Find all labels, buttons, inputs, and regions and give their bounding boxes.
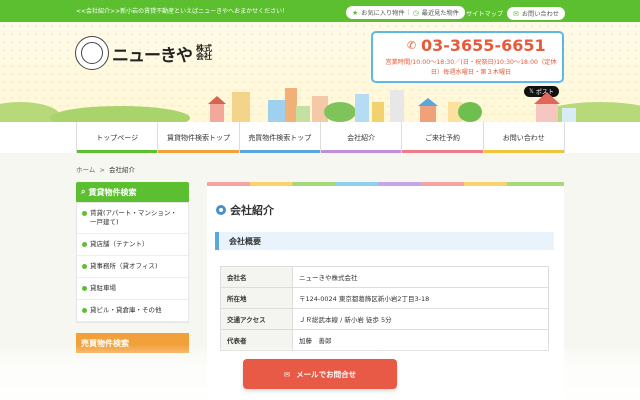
nav-rental-label: 賃貸物件検索トップ	[166, 133, 230, 142]
table-row: 所在地 〒124-0024 東京都葛飾区新小岩2丁目3-18	[220, 287, 549, 309]
breadcrumb: ホーム > 会社紹介	[76, 164, 135, 174]
row-label: 会社名	[220, 266, 293, 288]
nav-company-label: 会社紹介	[347, 133, 376, 142]
nav-rental-search[interactable]: 賃貸物件検索トップ	[157, 122, 239, 153]
mail-icon: ✉	[513, 9, 519, 18]
sidebar-heading: ⌕ 賃貸物件検索	[76, 182, 189, 202]
nav-company[interactable]: 会社紹介	[319, 122, 402, 153]
nav-contact[interactable]: お問い合わせ	[482, 122, 565, 153]
top-message: <<会社紹介>>新小岩の賃貸不動産といえばニューきやへおまかせください！	[76, 8, 289, 15]
divider: |	[407, 9, 410, 16]
phone-icon: ✆	[407, 39, 417, 52]
recent-label[interactable]: 最近見た物件	[422, 8, 459, 17]
nav-reservation-label: ご来社予約	[424, 133, 460, 142]
sidebar-item-shop[interactable]: 貸店舗（テナント）	[77, 234, 188, 256]
sitemap-link[interactable]: サイトマップ	[466, 9, 503, 18]
sidebar-heading-label: 賃貸物件検索	[88, 187, 137, 197]
contact-top-label: お問い合わせ	[521, 11, 559, 18]
logo-name: ニューきや	[112, 45, 193, 66]
breadcrumb-current: 会社紹介	[109, 166, 136, 174]
sidebar-item-office[interactable]: 貸事務所（貸オフィス)	[77, 256, 188, 278]
logo-corp: 株式会社	[196, 44, 212, 61]
company-table: 会社名 ニューきや株式会社 所在地 〒124-0024 東京都葛飾区新小岩2丁目3-…	[220, 266, 549, 351]
row-value: ＪＲ総武本線 / 新小岩 徒歩 5分	[292, 308, 549, 330]
section-heading: 会社概要	[215, 232, 554, 250]
sidebar-item-rental[interactable]: 賃貸(アパート・マンション・一戸建て)	[77, 203, 188, 234]
logo[interactable]: ニューきや 株式会社	[75, 36, 213, 70]
sidebar-item-parking[interactable]: 貸駐車場	[77, 278, 188, 300]
favorites-button[interactable]: ★ お気に入り物件 | ◷ 最近見た物件	[346, 6, 465, 19]
envelope-icon: ✉	[283, 369, 291, 379]
nav-contact-label: お問い合わせ	[502, 133, 545, 142]
mail-contact-button[interactable]: ✉ メールでお問合せ	[243, 359, 397, 389]
search-icon: ⌕	[81, 187, 86, 196]
top-bar: <<会社紹介>>新小岩の賃貸不動産といえばニューきやへおまかせください！ ★ お…	[0, 0, 640, 22]
logo-seal	[75, 36, 109, 70]
favorites-label: お気に入り物件	[361, 10, 405, 17]
clock-icon: ◷	[412, 8, 419, 17]
color-stripe	[207, 182, 564, 186]
table-row: 会社名 ニューきや株式会社	[220, 266, 549, 288]
row-value: 〒124-0024 東京都葛飾区新小岩2丁目3-18	[292, 287, 549, 309]
row-value: ニューきや株式会社	[292, 266, 549, 288]
nav-reservation[interactable]: ご来社予約	[401, 122, 483, 153]
nav-sale-label: 売買物件検索トップ	[248, 133, 312, 142]
business-hours: 営業時間/10:00～18:30／(日・祝祭日)10:30～18:00（定休日）…	[385, 59, 557, 76]
row-label: 所在地	[220, 287, 293, 309]
sidebar-list: 賃貸(アパート・マンション・一戸建て) 貸店舗（テナント） 貸事務所（貸オフィス…	[76, 202, 189, 323]
contact-top-button[interactable]: ✉ お問い合わせ	[507, 7, 565, 20]
page-title: 会社紹介	[216, 202, 274, 218]
nav-top[interactable]: トップページ	[76, 122, 158, 153]
breadcrumb-separator: >	[99, 166, 105, 174]
header: ニューきや 株式会社 ✆ 03-3655-6651 営業時間/10:00～18:…	[0, 22, 640, 122]
nav-top-label: トップページ	[96, 133, 139, 142]
phone-box: ✆ 03-3655-6651 営業時間/10:00～18:30／(日・祝祭日)1…	[371, 31, 564, 83]
sidebar-item-building[interactable]: 貸ビル・貸倉庫・その他	[77, 300, 188, 322]
nav-sale-search[interactable]: 売買物件検索トップ	[238, 122, 320, 153]
row-label: 交通アクセス	[220, 308, 293, 330]
global-nav: トップページ 賃貸物件検索トップ 売買物件検索トップ 会社紹介 ご来社予約 お問…	[76, 122, 565, 153]
town-illustration	[0, 88, 640, 122]
title-bullet-icon	[216, 205, 226, 215]
breadcrumb-home[interactable]: ホーム	[76, 166, 95, 174]
mail-contact-label: メールでお問合せ	[296, 369, 357, 379]
page-title-label: 会社紹介	[230, 204, 274, 217]
phone-number[interactable]: 03-3655-6651	[421, 36, 546, 55]
star-icon: ★	[352, 8, 359, 17]
table-row: 交通アクセス ＪＲ総武本線 / 新小岩 徒歩 5分	[220, 308, 549, 330]
